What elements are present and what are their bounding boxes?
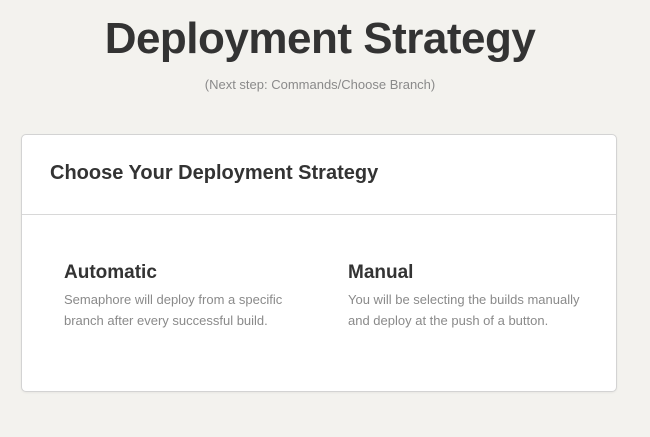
page-title: Deployment Strategy (104, 14, 536, 63)
card-header: Choose Your Deployment Strategy (22, 135, 616, 215)
next-step-hint: (Next step: Commands/Choose Branch) (204, 77, 436, 92)
card-title: Choose Your Deployment Strategy (50, 162, 379, 184)
manual-option-description: You will be selecting the builds manuall… (348, 292, 580, 328)
strategy-card: Choose Your Deployment Strategy Automati… (21, 134, 617, 392)
automatic-strategy-option[interactable]: Automatic Semaphore will deploy from a s… (64, 262, 319, 331)
manual-strategy-option[interactable]: Manual You will be selecting the builds … (348, 262, 588, 331)
page: Deployment Strategy (Next step: Commands… (0, 0, 650, 437)
automatic-option-title[interactable]: Automatic (64, 262, 319, 284)
manual-option-title[interactable]: Manual (348, 262, 588, 284)
automatic-option-description: Semaphore will deploy from a specific br… (64, 292, 283, 328)
